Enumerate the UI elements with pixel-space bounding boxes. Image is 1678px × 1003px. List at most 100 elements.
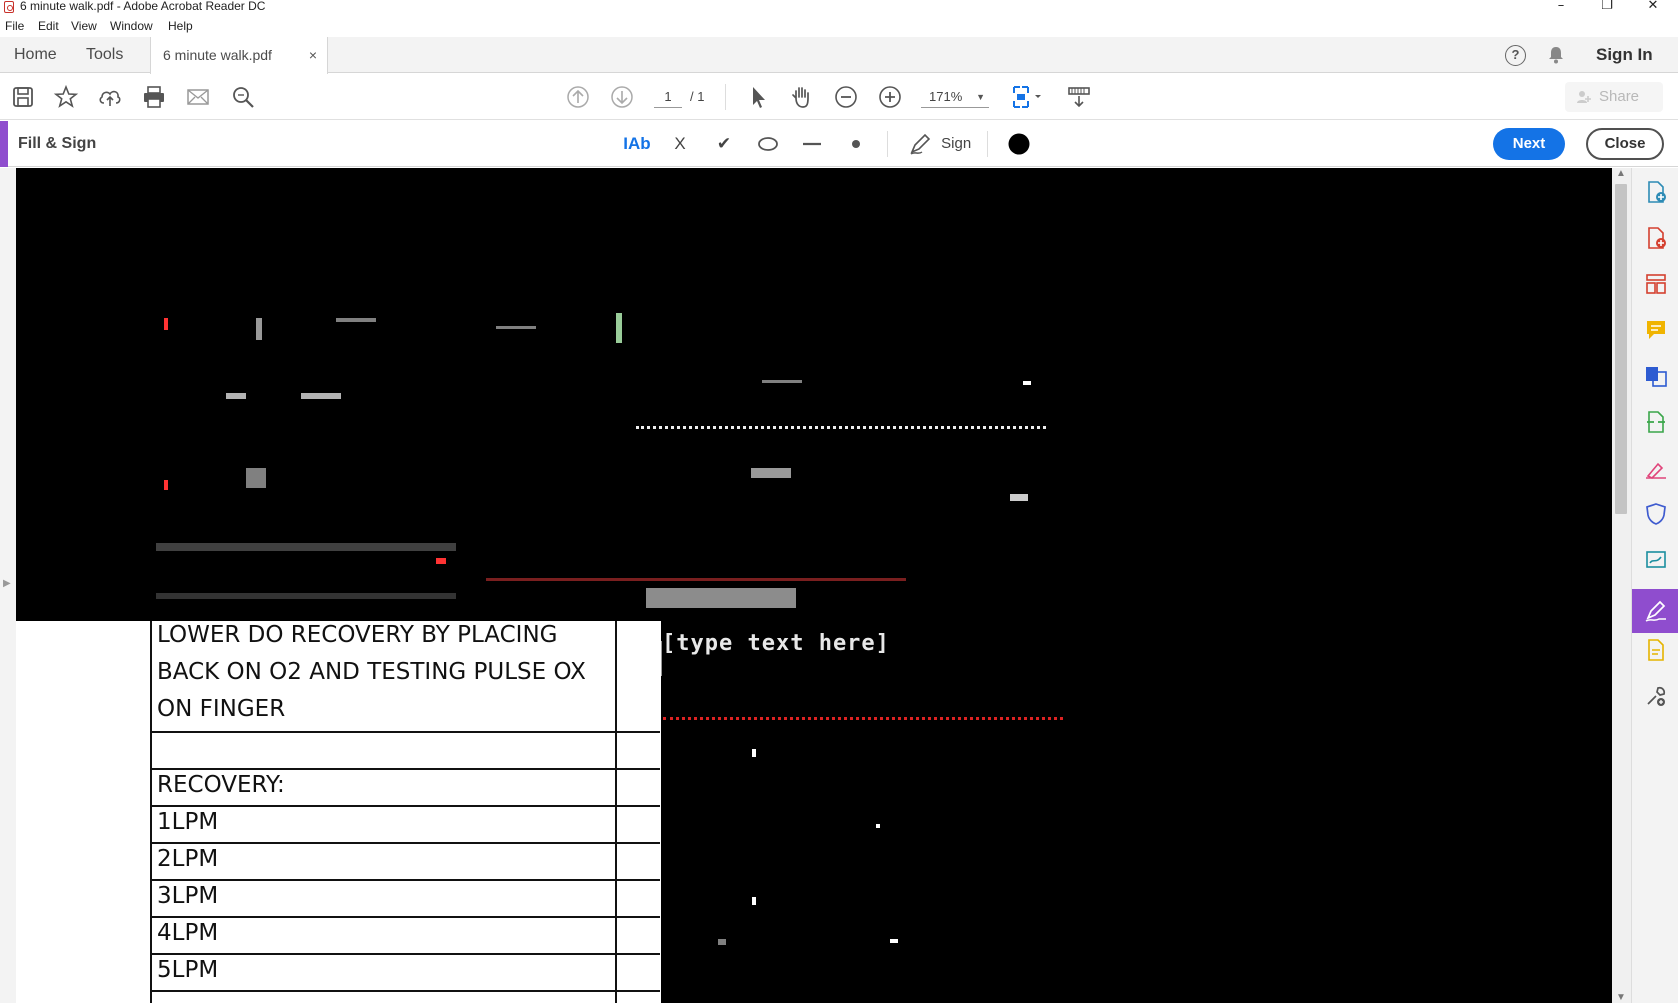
fill-sign-title: Fill & Sign (18, 135, 97, 152)
comment-icon[interactable] (1644, 318, 1668, 342)
next-button[interactable]: Next (1493, 128, 1565, 160)
table-border (150, 768, 660, 770)
check-mark-tool[interactable]: ✔ (713, 131, 735, 157)
fill-sign-toolbar: Fill & Sign IAb X ✔ Sign Next Close (0, 121, 1678, 167)
close-fill-sign-button[interactable]: Close (1586, 128, 1664, 160)
notification-bell-icon[interactable] (1547, 46, 1565, 64)
email-icon[interactable] (185, 84, 211, 110)
share-label: Share (1599, 88, 1640, 105)
render-artifact (646, 588, 796, 608)
table-border (150, 621, 152, 1003)
protect-shield-icon[interactable] (1644, 502, 1668, 526)
compress-pdf-icon[interactable] (1644, 410, 1668, 434)
save-icon[interactable] (10, 84, 36, 110)
render-artifact (718, 939, 726, 945)
rendered-page-region-lower (661, 621, 1612, 1003)
table-row: ON FINGER (157, 696, 286, 722)
fill-highlight-icon[interactable] (1644, 456, 1668, 480)
cross-mark-tool[interactable]: X (670, 131, 690, 157)
render-artifact (616, 313, 622, 343)
recovery-table: LOWER DO RECOVERY BY PLACING BACK ON O2 … (150, 621, 660, 1003)
render-artifact (752, 897, 756, 905)
render-artifact (156, 543, 456, 551)
previous-page-icon[interactable] (565, 84, 591, 110)
zoom-in-icon[interactable] (877, 84, 903, 110)
dotted-rule (636, 426, 1046, 429)
line-icon (803, 142, 821, 146)
dotted-rule-red (663, 717, 1063, 720)
page-number-input[interactable]: 1 (654, 86, 682, 108)
star-icon[interactable] (53, 84, 79, 110)
minimize-button[interactable]: – (1538, 0, 1584, 15)
right-tools-pane (1631, 168, 1678, 1003)
fill-sign-accent-bar (0, 121, 8, 167)
table-row: 1LPM (157, 809, 219, 835)
hand-tool-icon[interactable] (789, 84, 815, 110)
expand-left-panel-icon[interactable]: ▶ (3, 578, 11, 589)
render-artifact (164, 318, 168, 330)
render-artifact (256, 318, 262, 340)
customize-tools-icon[interactable] (1644, 684, 1668, 708)
vertical-scrollbar[interactable]: ▲ ▼ (1612, 168, 1631, 1003)
tab-home[interactable]: Home (14, 37, 57, 73)
scroll-down-icon[interactable]: ▼ (1616, 992, 1626, 1003)
line-tool[interactable] (800, 131, 824, 157)
render-artifact (751, 468, 791, 478)
export-pdf-icon[interactable] (1644, 226, 1668, 250)
menu-edit[interactable]: Edit (38, 19, 59, 33)
user-share-icon (1577, 91, 1591, 103)
share-button[interactable]: Share (1565, 82, 1663, 112)
tab-document[interactable]: 6 minute walk.pdf × (150, 37, 328, 74)
next-page-icon[interactable] (609, 84, 635, 110)
combine-files-icon[interactable] (1644, 364, 1668, 388)
restore-button[interactable]: ❐ (1584, 0, 1630, 15)
add-text-tool[interactable]: IAb (622, 131, 652, 157)
title-bar: 6 minute walk.pdf - Adobe Acrobat Reader… (0, 0, 1678, 15)
ellipse-tool[interactable] (756, 131, 780, 157)
menu-file[interactable]: File (5, 19, 24, 33)
page-fit-icon[interactable] (1010, 84, 1041, 110)
scrollbar-thumb[interactable] (1615, 184, 1627, 514)
rendered-page-region (16, 168, 1612, 621)
create-pdf-icon[interactable] (1644, 180, 1668, 204)
sign-tool-button[interactable]: Sign (909, 131, 971, 157)
table-row: 5LPM (157, 957, 219, 983)
close-tab-icon[interactable]: × (309, 37, 317, 73)
more-tools-doc-icon[interactable] (1644, 638, 1668, 662)
help-icon[interactable]: ? (1505, 45, 1526, 66)
table-border (150, 842, 660, 844)
document-viewport[interactable]: ▶ [type text here] LOWER DO RECOVERY BY … (0, 168, 1631, 1003)
print-icon[interactable] (141, 84, 167, 110)
dot-tool[interactable] (846, 131, 866, 157)
organize-pages-icon[interactable] (1644, 272, 1668, 296)
text-field-entry[interactable]: [type text here] (662, 631, 890, 656)
send-for-signature-icon[interactable] (1644, 548, 1668, 572)
menu-window[interactable]: Window (110, 19, 153, 33)
color-picker-icon[interactable] (1008, 133, 1030, 155)
tab-bar: Home Tools 6 minute walk.pdf × ? Sign In (0, 37, 1678, 74)
scroll-up-icon[interactable]: ▲ (1616, 168, 1626, 179)
menu-help[interactable]: Help (168, 19, 193, 33)
close-window-button[interactable]: ✕ (1630, 0, 1676, 15)
table-row: 4LPM (157, 920, 219, 946)
render-artifact (762, 380, 802, 383)
menu-bar: File Edit View Window Help (0, 16, 1678, 36)
sign-in-button[interactable]: Sign In (1596, 37, 1653, 73)
select-cursor-icon[interactable] (745, 84, 771, 110)
menu-view[interactable]: View (71, 19, 97, 33)
acrobat-app-icon (4, 1, 14, 13)
table-border (615, 621, 617, 1003)
table-row: RECOVERY: (157, 772, 285, 798)
search-icon[interactable] (230, 84, 256, 110)
render-artifact (486, 578, 906, 581)
zoom-out-icon[interactable] (833, 84, 859, 110)
table-row: LOWER DO RECOVERY BY PLACING (157, 622, 558, 648)
cloud-upload-icon[interactable] (97, 84, 123, 110)
scroll-mode-icon[interactable] (1066, 84, 1092, 110)
left-panel-toggle[interactable]: ▶ (0, 168, 16, 1003)
zoom-level-select[interactable]: 171% ▼ (921, 86, 989, 108)
render-artifact (890, 939, 898, 943)
tab-tools[interactable]: Tools (86, 37, 123, 73)
fill-sign-tool-active[interactable] (1632, 589, 1678, 633)
window-title: 6 minute walk.pdf - Adobe Acrobat Reader… (20, 0, 266, 13)
